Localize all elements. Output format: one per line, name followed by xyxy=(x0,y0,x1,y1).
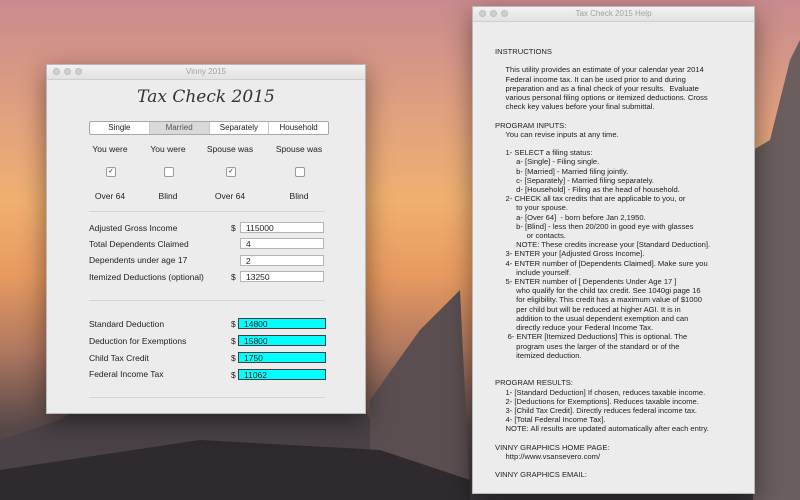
separator xyxy=(89,211,325,212)
federal-tax-result: 11062 xyxy=(238,369,326,380)
dependents-claimed-input[interactable]: 4 xyxy=(240,238,324,249)
col-head-spouse-blind: Spouse was xyxy=(275,144,323,154)
zoom-window-button[interactable] xyxy=(501,10,508,17)
filing-status-segmented-control: Single Married Separately Household xyxy=(89,121,329,135)
standard-deduction-label: Standard Deduction xyxy=(89,319,165,329)
separator xyxy=(89,300,325,301)
col-head-you-blind: You were xyxy=(150,144,186,154)
itemized-dollar: $ xyxy=(231,272,236,282)
col-head-spouse-over64: Spouse was xyxy=(206,144,254,154)
window-title: Tax Check 2015 Help xyxy=(575,9,652,18)
child-tax-credit-dollar: $ xyxy=(231,353,236,363)
filing-status-single[interactable]: Single xyxy=(90,122,150,134)
app-title: Tax Check 2015 xyxy=(137,87,275,107)
col-foot-you-blind: Blind xyxy=(158,191,178,201)
you-over64-checkbox[interactable]: ✓ xyxy=(106,167,116,177)
federal-tax-label: Federal Income Tax xyxy=(89,369,164,379)
window-title: Vinny 2015 xyxy=(186,67,226,76)
you-blind-checkbox[interactable] xyxy=(164,167,174,177)
standard-deduction-result: 14800 xyxy=(238,318,326,329)
close-window-button[interactable] xyxy=(479,10,486,17)
dependents-claimed-label: Total Dependents Claimed xyxy=(89,239,189,249)
agi-label: Adjusted Gross Income xyxy=(89,223,178,233)
help-text: INSTRUCTIONS This utility provides an es… xyxy=(473,22,754,493)
minimize-window-button[interactable] xyxy=(64,68,71,75)
col-foot-spouse-over64: Over 64 xyxy=(214,191,246,201)
col-foot-spouse-blind: Blind xyxy=(289,191,309,201)
minimize-window-button[interactable] xyxy=(490,10,497,17)
tax-check-window: Vinny 2015 Tax Check 2015 Single Married… xyxy=(46,64,366,414)
help-window: Tax Check 2015 Help INSTRUCTIONS This ut… xyxy=(472,6,755,494)
spouse-over64-checkbox[interactable]: ✓ xyxy=(226,167,236,177)
itemized-deductions-label: Itemized Deductions (optional) xyxy=(89,272,204,282)
exemptions-dollar: $ xyxy=(231,336,236,346)
help-titlebar[interactable]: Tax Check 2015 Help xyxy=(473,7,754,22)
child-tax-credit-result: 1750 xyxy=(238,352,326,363)
child-tax-credit-label: Child Tax Credit xyxy=(89,353,149,363)
filing-status-separately[interactable]: Separately xyxy=(210,122,270,134)
separator xyxy=(89,397,325,398)
standard-deduction-dollar: $ xyxy=(231,319,236,329)
spouse-blind-checkbox[interactable] xyxy=(295,167,305,177)
dependents-under17-label: Dependents under age 17 xyxy=(89,255,188,265)
exemptions-label: Deduction for Exemptions xyxy=(89,336,187,346)
itemized-deductions-input[interactable]: 13250 xyxy=(240,271,324,282)
agi-input[interactable]: 115000 xyxy=(240,222,324,233)
agi-dollar: $ xyxy=(231,223,236,233)
filing-status-married[interactable]: Married xyxy=(149,122,210,134)
federal-tax-dollar: $ xyxy=(231,370,236,380)
main-titlebar[interactable]: Vinny 2015 xyxy=(47,65,365,80)
exemptions-result: 15800 xyxy=(238,335,326,346)
filing-status-household[interactable]: Household xyxy=(269,122,328,134)
zoom-window-button[interactable] xyxy=(75,68,82,75)
close-window-button[interactable] xyxy=(53,68,60,75)
dependents-under17-input[interactable]: 2 xyxy=(240,255,324,266)
